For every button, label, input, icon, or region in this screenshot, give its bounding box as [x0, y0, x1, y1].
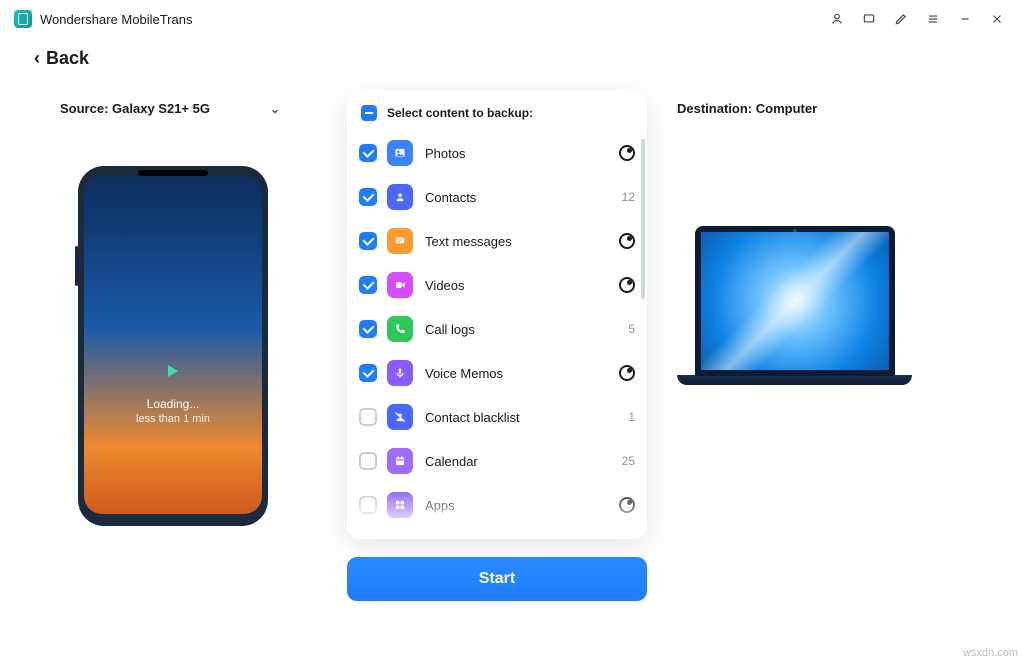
menu-icon[interactable] [920, 6, 946, 32]
row-label: Contacts [425, 190, 611, 205]
source-device-mock: Loading... less than 1 min [78, 166, 268, 526]
app-title: Wondershare MobileTrans [40, 12, 192, 27]
calendar-icon [387, 448, 413, 474]
checkbox[interactable] [359, 320, 377, 338]
loading-spinner-icon [619, 277, 635, 293]
destination-label: Destination: Computer [677, 101, 817, 116]
source-prefix: Source: [60, 101, 108, 116]
loading-spinner-icon [619, 145, 635, 161]
chevron-left-icon: ‹ [34, 48, 40, 69]
minimize-button[interactable] [952, 6, 978, 32]
checkbox[interactable] [359, 276, 377, 294]
watermark: wsxdn.com [963, 647, 1018, 659]
row-label: Text messages [425, 234, 619, 249]
row-label: Calendar [425, 454, 611, 469]
row-label: Photos [425, 146, 619, 161]
play-icon [168, 365, 178, 377]
loading-spinner-icon [619, 233, 635, 249]
blacklist-icon [387, 404, 413, 430]
select-all-checkbox[interactable] [361, 105, 377, 121]
row-label: Call logs [425, 322, 611, 337]
source-name: Galaxy S21+ 5G [112, 101, 210, 116]
checkbox[interactable] [359, 364, 377, 382]
photos-icon [387, 140, 413, 166]
sms-icon [387, 228, 413, 254]
content-list: Photos Contacts12 Text messages Videos Call … [347, 131, 647, 531]
back-button[interactable]: ‹ Back [0, 38, 1024, 75]
app-icon [14, 10, 32, 28]
row-count: 12 [611, 190, 635, 204]
checkbox[interactable] [359, 144, 377, 162]
row-count: 25 [611, 454, 635, 468]
checkbox[interactable] [359, 496, 377, 514]
panel-heading: Select content to backup: [387, 106, 533, 120]
account-icon[interactable] [824, 6, 850, 32]
row-label: Voice Memos [425, 366, 619, 381]
row-label: Contact blacklist [425, 410, 611, 425]
row-count: 5 [611, 322, 635, 336]
start-button[interactable]: Start [347, 557, 647, 601]
voice-icon [387, 360, 413, 386]
destination-device-mock [677, 226, 912, 385]
videos-icon [387, 272, 413, 298]
content-row-apps[interactable]: Apps [359, 483, 635, 527]
loading-eta: less than 1 min [136, 413, 210, 425]
loading-spinner-icon [619, 365, 635, 381]
titlebar: Wondershare MobileTrans [0, 0, 1024, 38]
loading-status: Loading... [147, 397, 200, 411]
content-row-contacts[interactable]: Contacts12 [359, 175, 635, 219]
content-row-videos[interactable]: Videos [359, 263, 635, 307]
back-label: Back [46, 48, 89, 69]
edit-icon[interactable] [888, 6, 914, 32]
checkbox[interactable] [359, 188, 377, 206]
checkbox[interactable] [359, 232, 377, 250]
source-selector[interactable]: Source: Galaxy S21+ 5G ⌄ [60, 101, 280, 116]
content-row-calendar[interactable]: Calendar25 [359, 439, 635, 483]
contacts-icon [387, 184, 413, 210]
content-row-voice[interactable]: Voice Memos [359, 351, 635, 395]
row-label: Apps [425, 498, 619, 513]
content-row-sms[interactable]: Text messages [359, 219, 635, 263]
row-label: Videos [425, 278, 619, 293]
apps-icon [387, 492, 413, 518]
scrollbar[interactable] [641, 139, 645, 299]
close-button[interactable] [984, 6, 1010, 32]
content-row-blacklist[interactable]: Contact blacklist1 [359, 395, 635, 439]
content-row-photos[interactable]: Photos [359, 131, 635, 175]
loading-spinner-icon [619, 497, 635, 513]
content-row-calls[interactable]: Call logs5 [359, 307, 635, 351]
row-count: 1 [611, 410, 635, 424]
feedback-icon[interactable] [856, 6, 882, 32]
content-selection-card: Select content to backup: Photos Contacts… [347, 91, 647, 539]
chevron-down-icon: ⌄ [270, 102, 280, 116]
calls-icon [387, 316, 413, 342]
checkbox[interactable] [359, 452, 377, 470]
checkbox[interactable] [359, 408, 377, 426]
